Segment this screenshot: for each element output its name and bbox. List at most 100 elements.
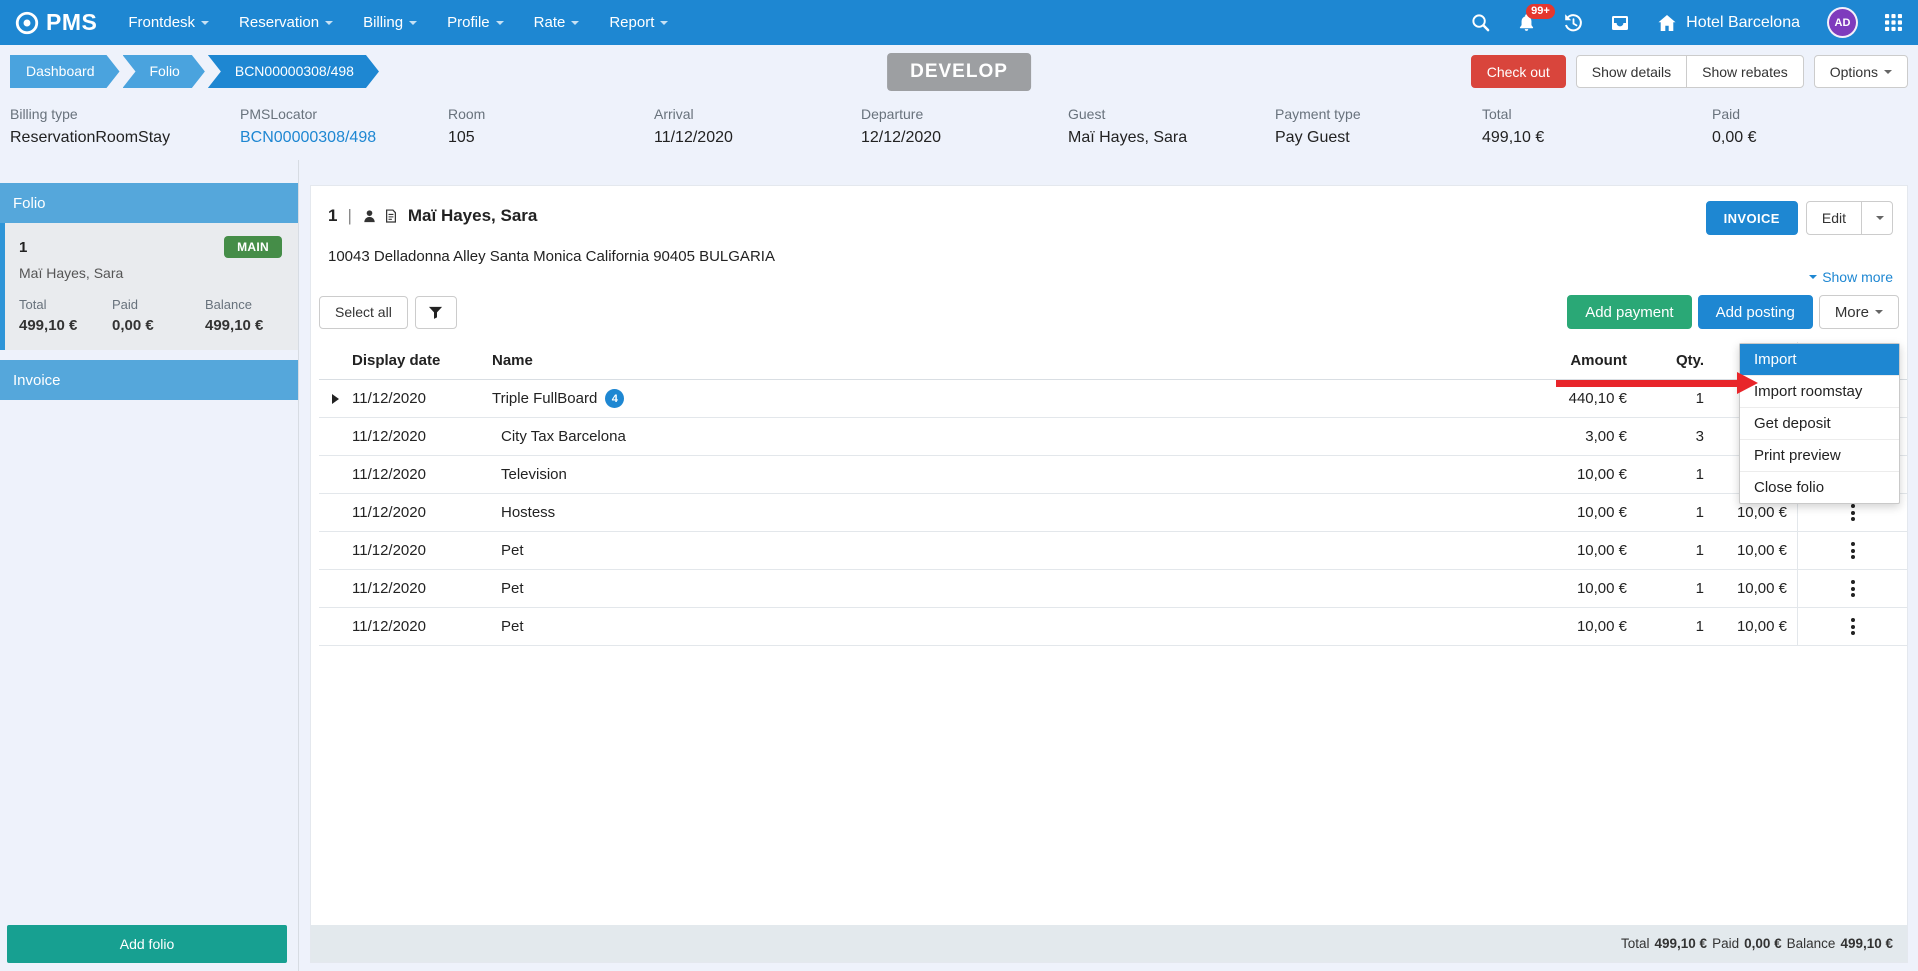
edit-dropdown-toggle[interactable] xyxy=(1861,202,1892,234)
row-name-text: Pet xyxy=(501,542,524,559)
postings-toolbar: Select all Add payment Add posting More xyxy=(311,285,1907,329)
chevron-down-icon xyxy=(409,21,417,25)
breadcrumb-item-2[interactable]: Folio xyxy=(123,55,205,88)
row-name-text: Pet xyxy=(501,618,524,635)
row-amount: 10,00 € xyxy=(1497,618,1627,635)
menu-item-frontdesk[interactable]: Frontdesk xyxy=(113,0,224,45)
folio-card-paid: Paid0,00 € xyxy=(112,297,205,334)
top-navbar: PMS FrontdeskReservationBillingProfileRa… xyxy=(0,0,1918,45)
main-menu: FrontdeskReservationBillingProfileRateRe… xyxy=(113,0,683,45)
row-display-date: 11/12/2020 xyxy=(352,618,492,635)
table-row[interactable]: 11/12/2020Pet10,00 €110,00 € xyxy=(319,608,1907,646)
table-row[interactable]: 11/12/2020Pet10,00 €110,00 € xyxy=(319,570,1907,608)
column-name: Name xyxy=(492,352,1497,369)
table-row[interactable]: 11/12/2020City Tax Barcelona3,00 €3 xyxy=(319,418,1907,456)
table-row[interactable]: 11/12/2020Hostess10,00 €110,00 € xyxy=(319,494,1907,532)
info-total-value: 499,10 € xyxy=(1482,129,1712,147)
info-field-value: Pay Guest xyxy=(1275,129,1467,147)
edit-button[interactable]: Edit xyxy=(1807,202,1861,234)
invoice-button[interactable]: INVOICE xyxy=(1706,201,1798,235)
show-rebates-button[interactable]: Show rebates xyxy=(1686,55,1804,88)
search-icon[interactable] xyxy=(1471,13,1490,32)
menu-item-profile[interactable]: Profile xyxy=(432,0,519,45)
dropdown-item-print-preview[interactable]: Print preview xyxy=(1740,439,1899,471)
separator: | xyxy=(347,206,351,226)
breadcrumb-item-1[interactable]: Dashboard xyxy=(10,55,120,88)
folio-detail-card: 1 | Maï Hayes, Sara INVOICE xyxy=(310,185,1908,963)
guest-name-title: Maï Hayes, Sara xyxy=(408,206,537,226)
info-field-value[interactable]: BCN00000308/498 xyxy=(240,129,448,147)
folio-card-total-label: Paid xyxy=(112,297,205,312)
check-out-button[interactable]: Check out xyxy=(1471,55,1566,88)
row-kebab-menu-icon[interactable] xyxy=(1845,612,1861,641)
apps-grid-icon[interactable] xyxy=(1885,14,1902,31)
row-name: Pet xyxy=(492,580,1497,597)
menu-item-report[interactable]: Report xyxy=(594,0,683,45)
show-details-button[interactable]: Show details xyxy=(1576,55,1687,88)
filter-funnel-icon xyxy=(428,305,443,320)
row-qty: 1 xyxy=(1627,542,1704,559)
info-field-room: Room105 xyxy=(448,106,654,147)
filter-button[interactable] xyxy=(415,296,457,329)
row-name: Pet xyxy=(492,618,1497,635)
folio-card-total: Total499,10 € xyxy=(19,297,112,334)
folio-card-total-value: 499,10 € xyxy=(19,317,112,334)
guest-person-icon[interactable] xyxy=(362,209,377,224)
info-field-label: Guest xyxy=(1068,106,1275,122)
options-button[interactable]: Options xyxy=(1814,55,1908,88)
select-all-button[interactable]: Select all xyxy=(319,296,408,329)
breadcrumb-item-3[interactable]: BCN00000308/498 xyxy=(208,55,379,88)
add-payment-button[interactable]: Add payment xyxy=(1567,295,1691,329)
table-row[interactable]: 11/12/2020Television10,00 €1 xyxy=(319,456,1907,494)
more-button[interactable]: More xyxy=(1819,295,1899,329)
row-amount: 3,00 € xyxy=(1497,428,1627,445)
menu-item-rate[interactable]: Rate xyxy=(519,0,595,45)
row-qty: 3 xyxy=(1627,428,1704,445)
dropdown-item-close-folio[interactable]: Close folio xyxy=(1740,471,1899,503)
folio-card[interactable]: 1 MAIN Maï Hayes, Sara Total499,10 €Paid… xyxy=(0,223,298,350)
row-amount: 10,00 € xyxy=(1497,504,1627,521)
user-avatar[interactable]: AD xyxy=(1827,7,1858,38)
info-field-guest: Guest Maï Hayes, Sara xyxy=(1068,106,1275,147)
info-field-value: Maï Hayes, Sara xyxy=(1068,129,1275,147)
row-qty: 1 xyxy=(1627,618,1704,635)
info-total-value: 0,00 € xyxy=(1712,129,1918,147)
row-kebab-menu-icon[interactable] xyxy=(1845,536,1861,565)
footer-paid-value: 0,00 € xyxy=(1744,936,1782,951)
row-display-date: 11/12/2020 xyxy=(352,428,492,445)
row-name: Triple FullBoard4 xyxy=(492,389,1497,408)
inbox-icon[interactable] xyxy=(1610,13,1630,33)
table-header-row: Display date Name Amount Qty. xyxy=(319,342,1907,380)
invoice-section-header: Invoice xyxy=(0,360,298,400)
document-icon[interactable] xyxy=(384,209,398,223)
row-actions-cell xyxy=(1797,608,1907,645)
chevron-down-icon xyxy=(325,21,333,25)
folio-number: 1 xyxy=(19,239,27,256)
dropdown-item-get-deposit[interactable]: Get deposit xyxy=(1740,407,1899,439)
edit-split-button: Edit xyxy=(1806,201,1893,235)
notifications-bell-icon[interactable]: 99+ xyxy=(1517,13,1536,32)
reservation-info-bar: Billing typeReservationRoomStayPMSLocato… xyxy=(0,98,1918,160)
details-rebates-group: Show details Show rebates xyxy=(1576,55,1804,88)
history-icon[interactable] xyxy=(1563,13,1583,33)
hotel-selector[interactable]: Hotel Barcelona xyxy=(1657,13,1800,33)
footer-balance-value: 499,10 € xyxy=(1840,936,1893,951)
row-kebab-menu-icon[interactable] xyxy=(1845,574,1861,603)
menu-item-billing[interactable]: Billing xyxy=(348,0,432,45)
add-folio-button[interactable]: Add folio xyxy=(7,925,287,963)
dropdown-item-import-roomstay[interactable]: Import roomstay xyxy=(1740,375,1899,407)
table-row[interactable]: 11/12/2020Pet10,00 €110,00 € xyxy=(319,532,1907,570)
row-count-badge: 4 xyxy=(605,389,624,408)
show-more-link[interactable]: Show more xyxy=(328,269,1893,285)
table-row[interactable]: 11/12/2020Triple FullBoard4440,10 €1 xyxy=(319,380,1907,418)
pms-logo[interactable]: PMS xyxy=(14,9,97,36)
info-total-paid: Paid0,00 € xyxy=(1712,106,1918,147)
info-field-value: ReservationRoomStay xyxy=(10,129,240,147)
chevron-down-icon xyxy=(1809,275,1817,279)
add-posting-button[interactable]: Add posting xyxy=(1698,295,1813,329)
row-name-text: Television xyxy=(501,466,567,483)
column-display-date: Display date xyxy=(352,352,492,369)
menu-item-reservation[interactable]: Reservation xyxy=(224,0,348,45)
dropdown-item-import[interactable]: Import xyxy=(1740,344,1899,375)
expand-row-icon[interactable] xyxy=(332,394,339,404)
